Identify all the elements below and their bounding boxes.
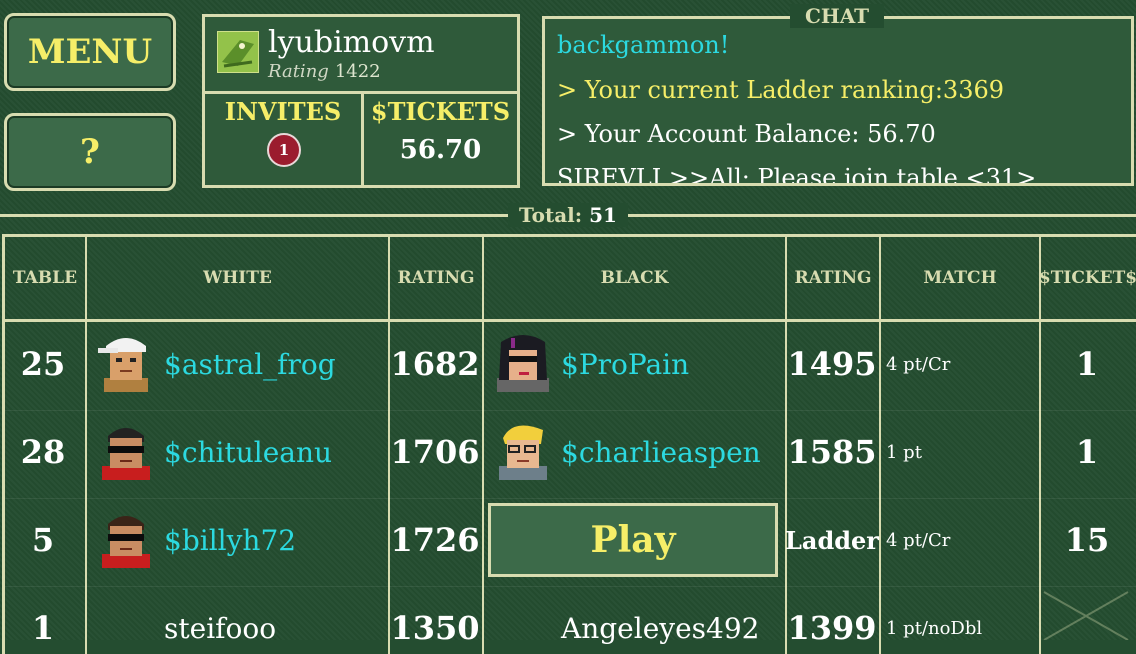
col-header-table[interactable]: TABLE xyxy=(5,237,85,319)
player-avatar-icon xyxy=(499,425,547,480)
player-avatar-icon xyxy=(98,338,148,392)
white-rating: 1350 xyxy=(390,609,480,647)
invites-button[interactable]: INVITES xyxy=(205,97,361,126)
player-avatar-icon xyxy=(497,335,549,392)
ticket-stake: 1 xyxy=(1075,433,1099,471)
user-panel: lyubimovm Rating 1422 INVITES 1 $TICKETS … xyxy=(202,14,520,188)
total-value: 51 xyxy=(589,203,617,227)
white-player-name[interactable]: steifooo xyxy=(164,606,276,650)
player-avatar-icon xyxy=(102,516,150,568)
username: lyubimovm xyxy=(268,25,435,60)
col-header-white[interactable]: WHITE xyxy=(87,237,388,319)
black-rating: 1399 xyxy=(787,609,877,647)
chat-title: CHAT xyxy=(790,4,884,28)
chat-message: > Your Account Balance: 56.70 xyxy=(557,120,936,148)
user-avatar-icon[interactable] xyxy=(217,31,259,73)
table-number: 28 xyxy=(20,433,66,471)
match-type: 1 pt xyxy=(886,441,922,463)
white-rating: 1726 xyxy=(390,521,480,559)
col-header-white-rating[interactable]: RATING xyxy=(390,237,482,319)
black-player-name[interactable]: $ProPain xyxy=(561,320,689,408)
chat-message: > Your current Ladder ranking:3369 xyxy=(557,76,1004,104)
col-header-black-rating[interactable]: RATING xyxy=(787,237,879,319)
tickets-label[interactable]: $TICKETS xyxy=(364,97,517,126)
table-number: 25 xyxy=(20,345,66,383)
white-player-name[interactable]: $astral_frog xyxy=(164,320,336,408)
chat-message: backgammon! xyxy=(557,31,730,59)
player-avatar-icon xyxy=(102,428,150,480)
ladder-label: Ladder xyxy=(785,525,879,555)
rating-value: 1422 xyxy=(334,61,381,82)
black-rating: 1585 xyxy=(787,433,877,471)
black-player-name[interactable]: $charlieaspen xyxy=(561,408,761,496)
user-rating: Rating 1422 xyxy=(268,61,381,82)
total-count: Total: 51 xyxy=(508,203,628,227)
close-x-icon[interactable] xyxy=(1040,588,1132,640)
row-divider xyxy=(5,586,1136,587)
table-number: 1 xyxy=(31,609,55,647)
ticket-stake: 1 xyxy=(1075,345,1099,383)
match-type: 4 pt/Cr xyxy=(886,353,951,375)
col-header-black[interactable]: BLACK xyxy=(484,237,785,319)
rating-label: Rating xyxy=(268,61,329,82)
menu-button[interactable]: MENU xyxy=(4,13,176,91)
col-header-match[interactable]: MATCH xyxy=(881,237,1039,319)
chat-panel[interactable]: backgammon! > Your current Ladder rankin… xyxy=(542,16,1134,186)
match-type: 1 pt/noDbl xyxy=(886,617,983,639)
invites-count-badge[interactable]: 1 xyxy=(267,133,301,167)
match-type: 4 pt/Cr xyxy=(886,529,951,551)
black-rating: 1495 xyxy=(787,345,877,383)
tickets-balance: 56.70 xyxy=(399,135,482,165)
help-button[interactable]: ? xyxy=(4,113,176,191)
table-number: 5 xyxy=(31,521,55,559)
col-header-tickets[interactable]: $TICKET$ xyxy=(1039,237,1136,319)
total-label: Total: xyxy=(519,203,583,227)
white-player-name[interactable]: $chituleanu xyxy=(164,408,332,496)
chat-message: SIREVLI >>All: Please join table <31> xyxy=(557,164,1037,186)
white-rating: 1706 xyxy=(390,433,480,471)
play-button[interactable]: Play xyxy=(488,503,778,577)
ticket-stake: 15 xyxy=(1064,521,1110,559)
white-player-name[interactable]: $billyh72 xyxy=(164,496,296,584)
black-player-name[interactable]: Angeleyes492 xyxy=(561,606,759,650)
white-rating: 1682 xyxy=(390,345,480,383)
